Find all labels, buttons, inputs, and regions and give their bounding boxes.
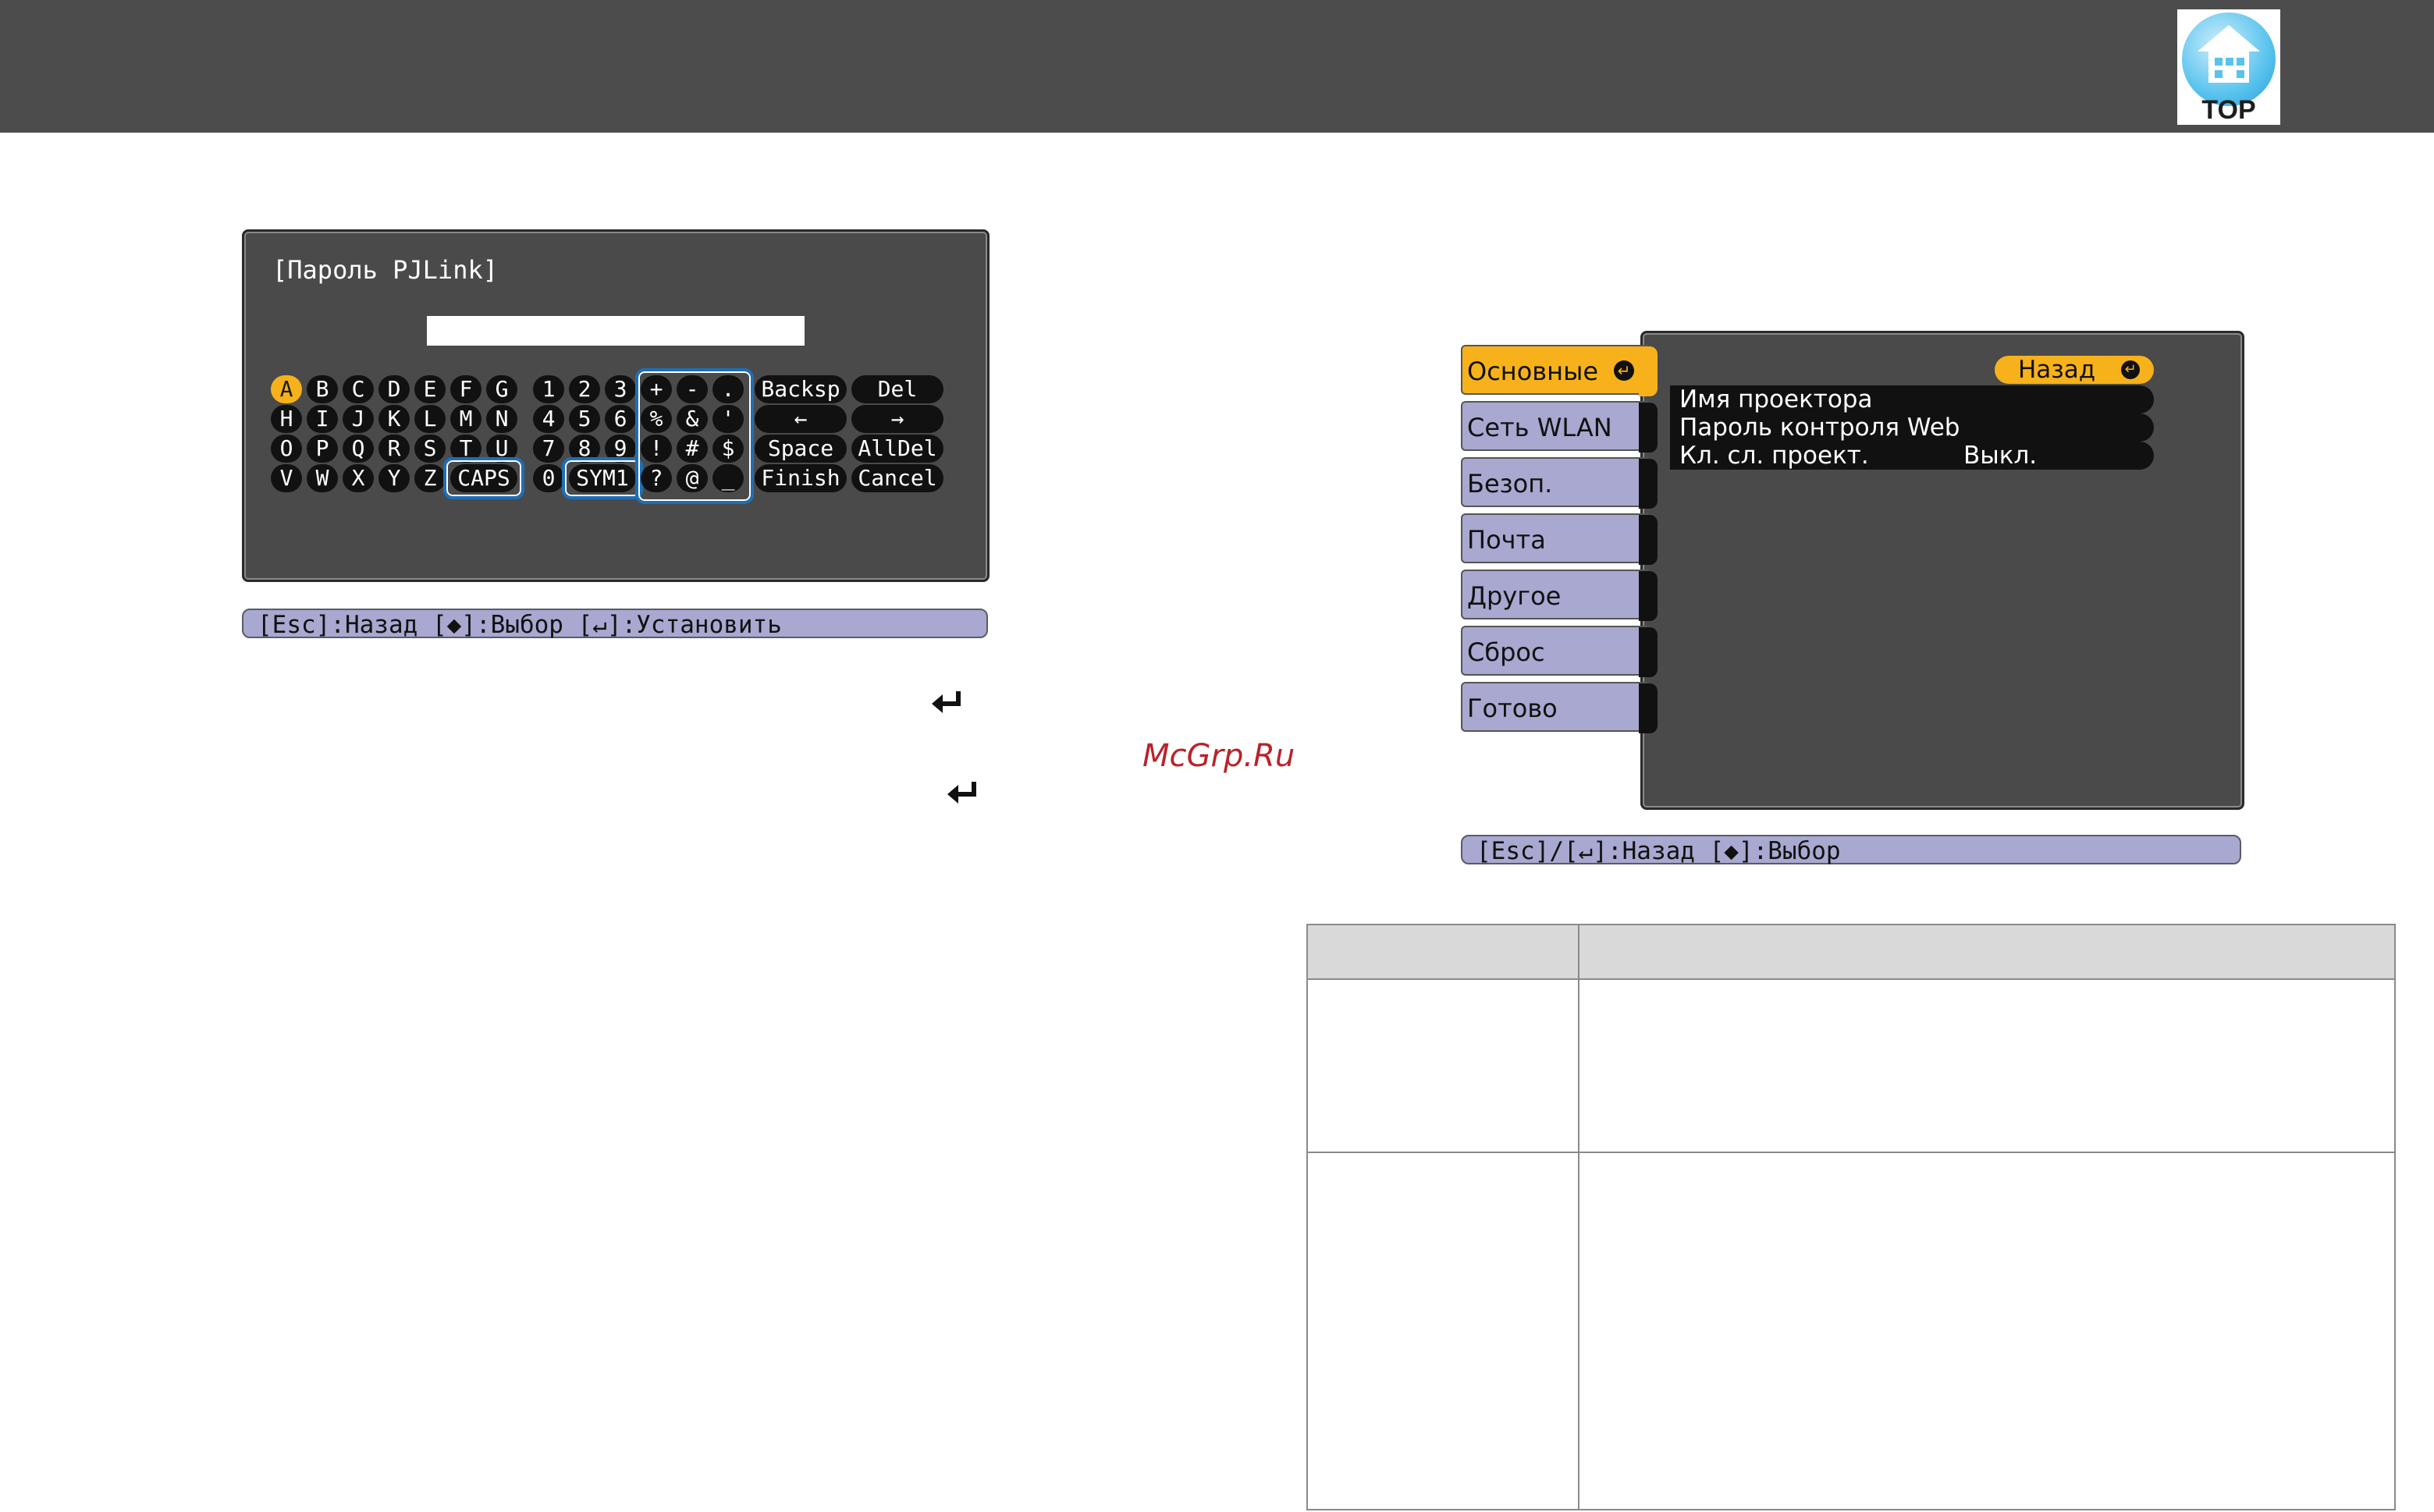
key-v[interactable]: V [271, 464, 302, 492]
key-w[interactable]: W [307, 464, 338, 492]
key-2[interactable]: 2 [569, 375, 600, 403]
table-divider [1578, 925, 1579, 1509]
tab-complete[interactable]: Готово [1461, 682, 1658, 733]
top-header-bar [0, 0, 2434, 133]
key-k[interactable]: K [378, 405, 410, 433]
key-z[interactable]: Z [414, 464, 446, 492]
table-row-divider [1308, 1152, 2394, 1153]
tab-label: Безоп. [1467, 469, 1553, 499]
key-d[interactable]: D [378, 375, 410, 403]
key-y[interactable]: Y [378, 464, 410, 492]
back-button[interactable]: Назад ↵ [1995, 356, 2154, 384]
key-i[interactable]: I [307, 405, 338, 433]
sym-highlight-outline [562, 457, 643, 499]
key-l[interactable]: L [414, 405, 446, 433]
tab-label: Основные [1467, 357, 1599, 386]
caps-highlight-outline [443, 457, 524, 499]
tab-mail[interactable]: Почта [1461, 513, 1658, 565]
menu-item-label: Имя проектора [1679, 385, 1873, 413]
menu-item-label: Кл. сл. проект. [1679, 442, 1869, 470]
cursor-right-key[interactable]: → [851, 405, 943, 433]
tab-wlan[interactable]: Сеть WLAN [1461, 401, 1658, 453]
enter-icon: ↵ [1614, 360, 1634, 381]
key-q[interactable]: Q [343, 435, 374, 463]
watermark: McGrp.Ru [1142, 738, 1295, 774]
description-table [1306, 924, 2396, 1510]
menu-guide-bar: [Esc]/[↵]:Назад [◆]:Выбор [1461, 835, 2241, 865]
dialog-title: [Пароль PJLink] [272, 255, 498, 285]
symbols-highlight-outline [635, 368, 754, 504]
key-5[interactable]: 5 [569, 405, 600, 433]
key-p[interactable]: P [307, 435, 338, 463]
key-0[interactable]: 0 [533, 464, 564, 492]
keyboard-guide-bar: [Esc]:Назад [◆]:Выбор [↵]:Установить [242, 609, 988, 639]
key-1[interactable]: 1 [533, 375, 564, 403]
back-label: Назад [2018, 356, 2096, 384]
key-e[interactable]: E [414, 375, 446, 403]
enter-icon: ↵ [2121, 360, 2140, 379]
tab-label: Почта [1467, 525, 1546, 555]
menu-item-value: Выкл. [1963, 442, 2038, 470]
menu-item-label: Пароль контроля Web [1679, 413, 1960, 442]
all-delete-key[interactable]: AllDel [851, 435, 943, 463]
backspace-key[interactable]: Backsp [755, 375, 847, 403]
tab-reset[interactable]: Сброс [1461, 626, 1658, 677]
tab-label: Другое [1467, 581, 1562, 611]
tab-label: Готово [1467, 694, 1558, 723]
key-n[interactable]: N [486, 405, 517, 433]
menu-item-projector-name[interactable]: Имя проектора [1670, 385, 2154, 413]
finish-key[interactable]: Finish [755, 464, 847, 492]
cancel-key[interactable]: Cancel [851, 464, 943, 492]
key-x[interactable]: X [343, 464, 374, 492]
key-j[interactable]: J [343, 405, 374, 433]
key-6[interactable]: 6 [605, 405, 636, 433]
key-c[interactable]: C [343, 375, 374, 403]
tab-label: Сброс [1467, 637, 1545, 667]
house-roof-icon [2198, 25, 2260, 51]
key-b[interactable]: B [307, 375, 338, 403]
key-s[interactable]: S [414, 435, 446, 463]
key-r[interactable]: R [378, 435, 410, 463]
tab-other[interactable]: Другое [1461, 570, 1658, 621]
key-g[interactable]: G [486, 375, 517, 403]
key-7[interactable]: 7 [533, 435, 564, 463]
key-h[interactable]: H [271, 405, 302, 433]
space-key[interactable]: Space [755, 435, 847, 463]
menu-item-projector-keyword[interactable]: Кл. сл. проект. Выкл. [1670, 442, 2154, 470]
top-label: TOP [2201, 95, 2256, 125]
tab-label: Сеть WLAN [1467, 413, 1612, 442]
key-4[interactable]: 4 [533, 405, 564, 433]
key-3[interactable]: 3 [605, 375, 636, 403]
password-input[interactable] [427, 316, 805, 346]
cursor-left-key[interactable]: ← [755, 405, 847, 433]
key-a[interactable]: A [271, 375, 302, 403]
menu-item-web-password[interactable]: Пароль контроля Web [1670, 413, 2154, 442]
table-header [1308, 925, 2394, 980]
key-f[interactable]: F [450, 375, 481, 403]
top-home-button[interactable]: TOP [2177, 9, 2280, 125]
tab-basic[interactable]: Основные ↵ [1461, 345, 1658, 396]
house-icon [2208, 51, 2249, 83]
tab-security[interactable]: Безоп. [1461, 457, 1658, 509]
delete-key[interactable]: Del [851, 375, 943, 403]
key-m[interactable]: M [450, 405, 481, 433]
enter-icon [947, 782, 976, 804]
enter-icon [932, 691, 961, 713]
key-o[interactable]: O [271, 435, 302, 463]
